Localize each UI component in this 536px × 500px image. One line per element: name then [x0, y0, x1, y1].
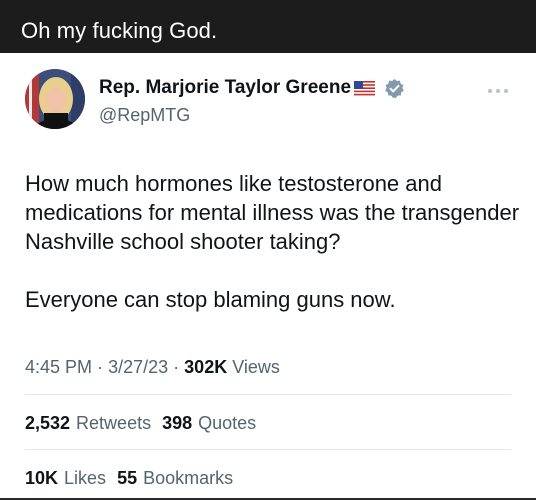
- more-options-icon[interactable]: [487, 82, 509, 93]
- views-label: Views: [232, 357, 280, 377]
- divider: [25, 449, 511, 450]
- verified-badge-icon: [384, 78, 405, 99]
- likes-count: 10K: [25, 468, 59, 488]
- quotes-label: Quotes: [198, 413, 257, 433]
- author-handle[interactable]: @RepMTG: [99, 104, 190, 126]
- tweet-body: How much hormones like testosterone and …: [25, 169, 525, 314]
- bookmarks-link[interactable]: 55 Bookmarks: [117, 468, 233, 488]
- separator: ·: [97, 357, 104, 377]
- quotes-count: 398: [162, 413, 193, 433]
- author-name[interactable]: Rep. Marjorie Taylor Greene: [99, 76, 351, 100]
- retweets-count: 2,532: [25, 413, 71, 433]
- caption-bar: Oh my fucking God.: [0, 0, 536, 53]
- likes-row: 10K Likes 55 Bookmarks: [25, 467, 233, 489]
- engagement-row: 2,532 Retweets 398 Quotes: [25, 412, 256, 434]
- tweet-time[interactable]: 4:45 PM: [25, 357, 92, 377]
- tweet-card: Rep. Marjorie Taylor Greene @RepMTG How …: [0, 53, 536, 500]
- likes-label: Likes: [64, 468, 107, 488]
- bookmarks-count: 55: [117, 468, 138, 488]
- separator: ·: [173, 357, 180, 377]
- avatar-image: [25, 69, 85, 129]
- retweets-label: Retweets: [76, 413, 152, 433]
- avatar[interactable]: [25, 69, 85, 129]
- us-flag-icon: [354, 80, 376, 96]
- tweet-paragraph: How much hormones like testosterone and …: [25, 171, 520, 254]
- tweet-paragraph: Everyone can stop blaming guns now.: [25, 287, 396, 312]
- bookmarks-label: Bookmarks: [143, 468, 234, 488]
- quotes-link[interactable]: 398 Quotes: [162, 413, 256, 433]
- likes-link[interactable]: 10K Likes: [25, 468, 106, 488]
- tweet-date[interactable]: 3/27/23: [108, 357, 168, 377]
- divider: [25, 394, 511, 395]
- caption-text: Oh my fucking God.: [21, 18, 218, 43]
- views-count: 302K: [184, 357, 228, 377]
- tweet-metadata: 4:45 PM · 3/27/23 · 302K Views: [25, 356, 280, 378]
- retweets-link[interactable]: 2,532 Retweets: [25, 413, 151, 433]
- author-name-row: Rep. Marjorie Taylor Greene: [99, 76, 405, 100]
